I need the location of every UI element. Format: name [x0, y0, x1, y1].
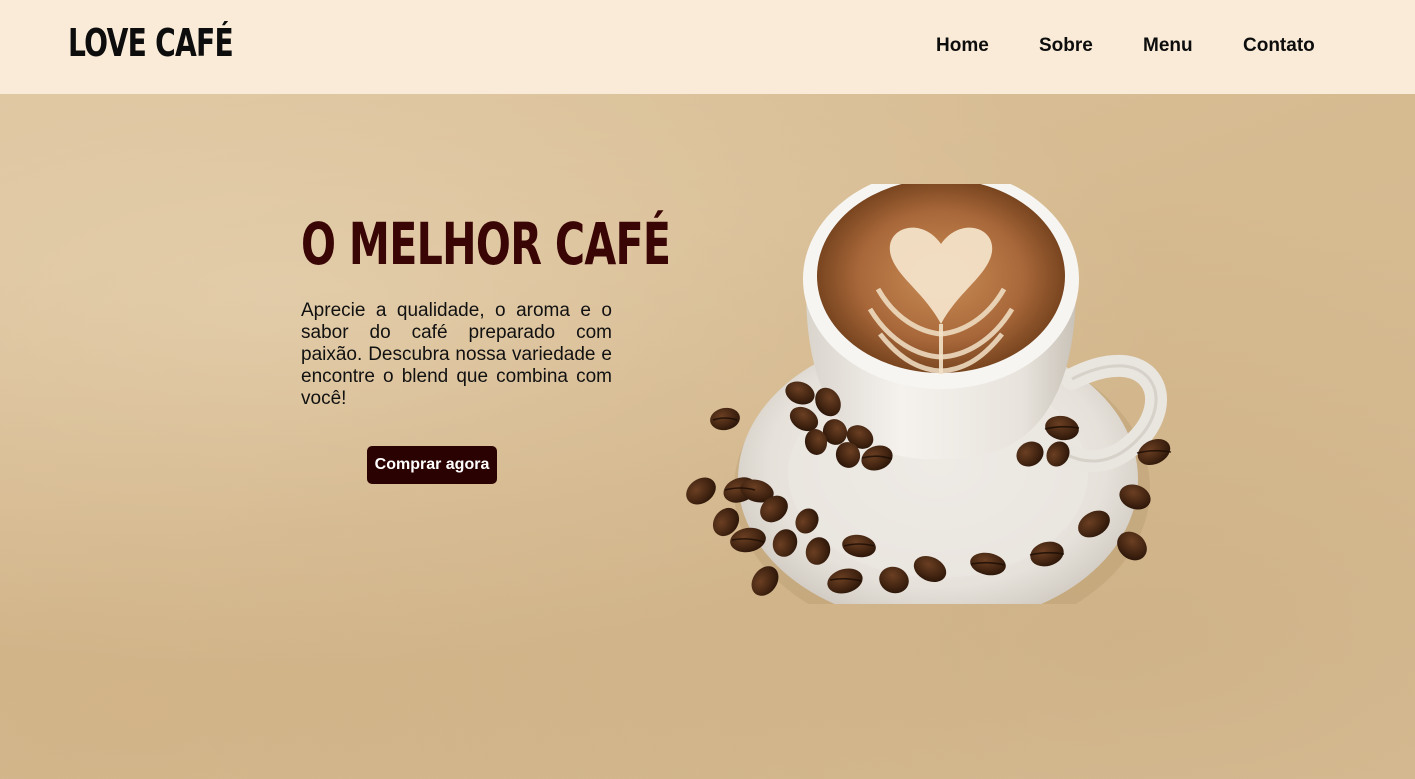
hero-description: Aprecie a qualidade, o aroma e o sabor d…: [301, 300, 612, 409]
main-nav: Home Sobre Menu Contato: [0, 33, 1415, 59]
coffee-cup-image: [686, 184, 1172, 604]
buy-now-button[interactable]: Comprar agora: [367, 446, 497, 484]
nav-link-home[interactable]: Home: [936, 33, 989, 59]
hero-section: O MELHOR CAFÉ Aprecie a qualidade, o aro…: [0, 94, 1415, 779]
hero-title: O MELHOR CAFÉ: [301, 210, 671, 278]
navbar: LOVE CAFÉ Home Sobre Menu Contato: [0, 0, 1415, 94]
nav-link-menu[interactable]: Menu: [1143, 33, 1193, 59]
nav-link-contato[interactable]: Contato: [1243, 33, 1315, 59]
nav-link-sobre[interactable]: Sobre: [1039, 33, 1093, 59]
